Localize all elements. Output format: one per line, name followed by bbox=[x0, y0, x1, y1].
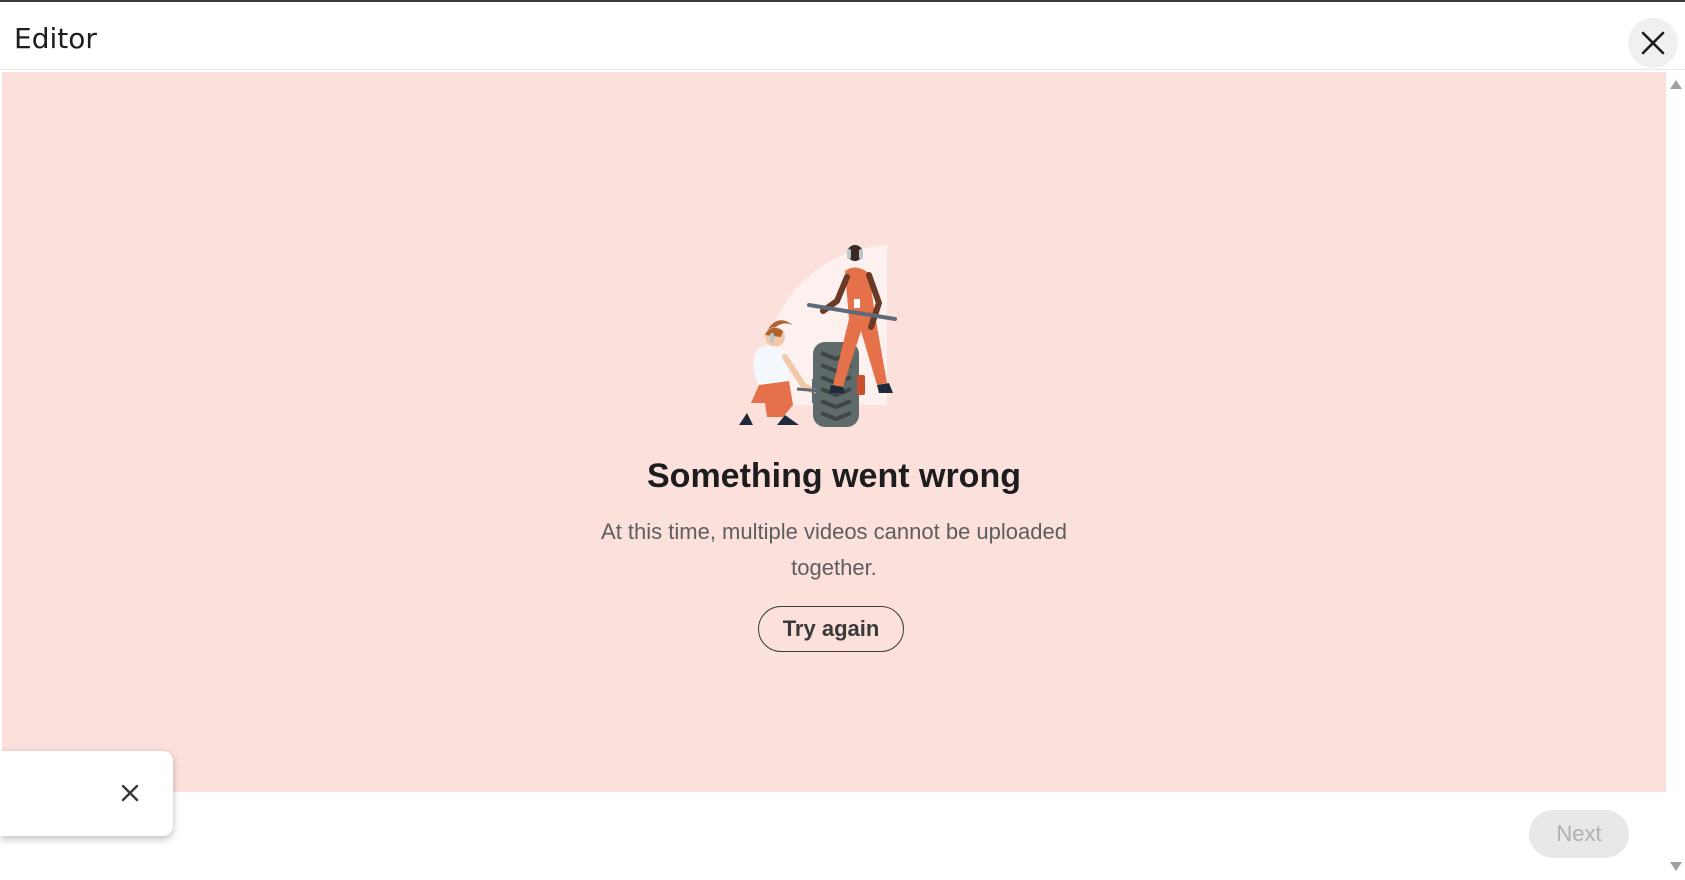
dialog-header: Editor bbox=[0, 2, 1685, 70]
close-icon bbox=[121, 784, 139, 802]
scroll-up-arrow-icon[interactable] bbox=[1670, 80, 1682, 89]
error-content-area: Something went wrong At this time, multi… bbox=[2, 72, 1666, 792]
try-again-button[interactable]: Try again bbox=[758, 606, 904, 652]
next-button[interactable]: Next bbox=[1529, 810, 1629, 858]
close-dialog-button[interactable] bbox=[1628, 18, 1678, 68]
pit-crew-illustration bbox=[739, 245, 897, 427]
close-icon bbox=[1641, 31, 1665, 55]
vertical-scrollbar[interactable] bbox=[1666, 72, 1685, 880]
editor-dialog: Editor Something went wrong At this time… bbox=[0, 0, 1685, 880]
error-message: At this time, multiple videos cannot be … bbox=[601, 519, 1067, 580]
scroll-down-arrow-icon[interactable] bbox=[1670, 862, 1682, 871]
toast-notification bbox=[0, 751, 173, 836]
dialog-title: Editor bbox=[14, 22, 97, 55]
error-heading: Something went wrong bbox=[647, 457, 1021, 495]
toast-close-button[interactable] bbox=[112, 775, 148, 811]
